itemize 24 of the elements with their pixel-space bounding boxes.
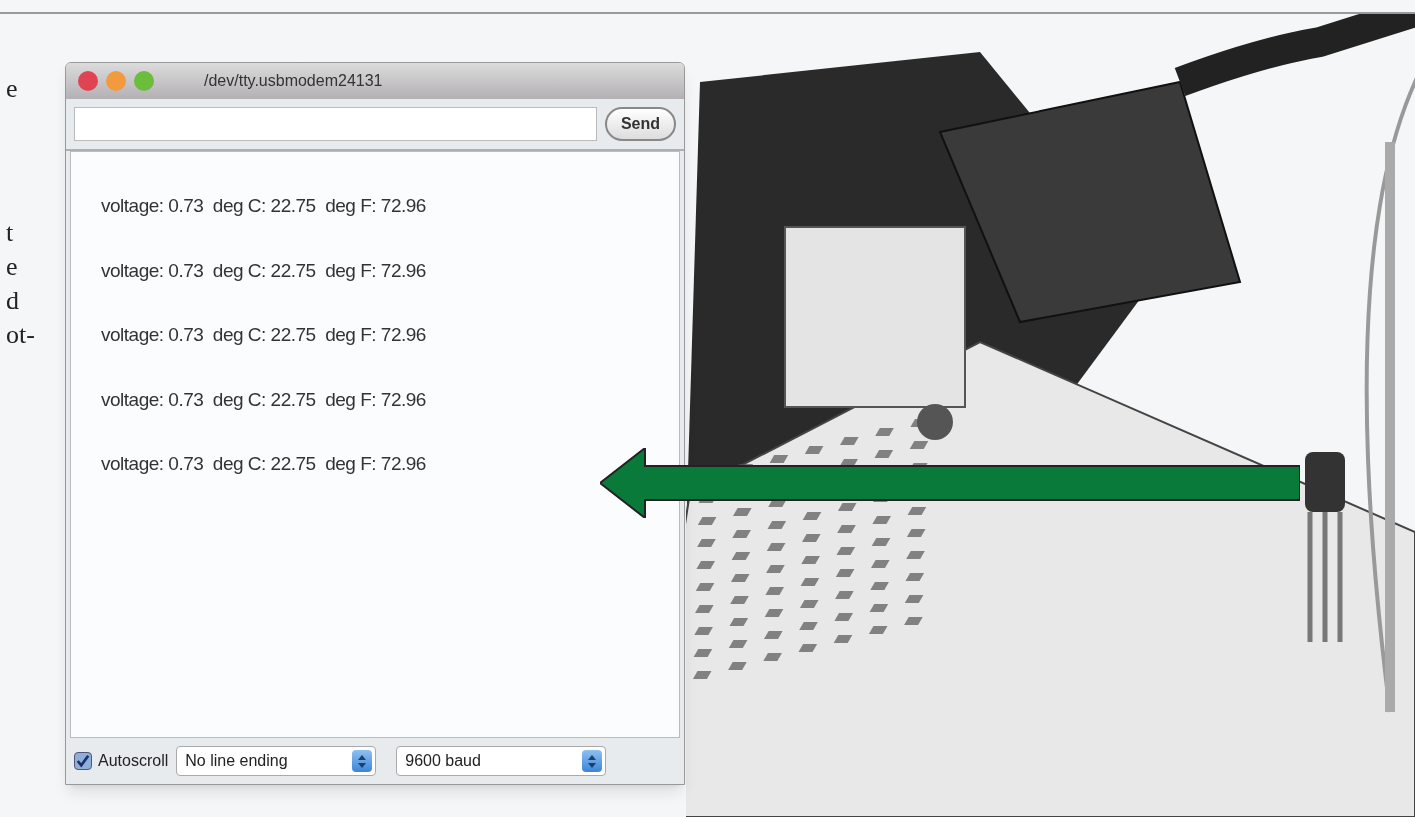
output-line: voltage: 0.73 deg C: 22.75 deg F: 72.96 — [101, 258, 427, 283]
baud-select[interactable]: 9600 baud — [396, 746, 607, 776]
line-ending-select[interactable]: No line ending — [176, 746, 377, 776]
stepper-icon — [352, 750, 373, 772]
window-title: /dev/tty.usbmodem24131 — [204, 71, 383, 91]
book-text-fragment: e — [6, 73, 19, 105]
checkbox[interactable] — [74, 752, 92, 770]
book-text-fragment: t — [6, 217, 15, 249]
output-line: voltage: 0.73 deg C: 22.75 deg F: 72.96 — [101, 387, 427, 412]
output-line: voltage: 0.73 deg C: 22.75 deg F: 72.96 — [101, 194, 427, 218]
send-button[interactable]: Send — [604, 107, 676, 141]
input-field[interactable] — [74, 107, 597, 141]
stepper-icon — [582, 750, 603, 772]
close-icon[interactable] — [78, 71, 98, 91]
book-text-fragment: e — [6, 251, 19, 283]
book-text-fragment: ot- — [6, 319, 36, 351]
output-line: voltage: 0.73 deg C: 22.75 deg F: 72.96 — [101, 323, 427, 347]
book-text-fragment: d — [6, 285, 20, 317]
minimize-icon[interactable] — [106, 71, 126, 91]
zoom-icon[interactable] — [134, 71, 154, 91]
checkmark-icon — [76, 754, 90, 768]
output-line: voltage: 0.73 deg C: 22.75 deg F: 72.96 — [101, 452, 427, 476]
arrow-icon — [600, 448, 1300, 518]
autoscroll-label: Autoscroll — [98, 751, 169, 771]
